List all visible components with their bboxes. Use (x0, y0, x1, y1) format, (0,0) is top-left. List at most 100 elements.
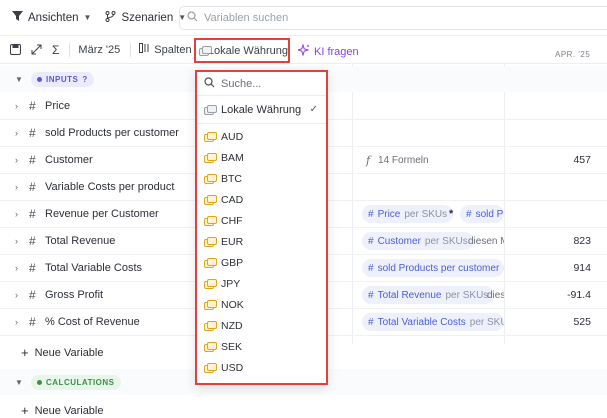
cell-value[interactable]: 914 (573, 262, 591, 274)
currency-search-input[interactable]: Suche... (197, 72, 326, 96)
formula-chip[interactable]: # sold Pr (460, 205, 504, 223)
variable-name[interactable]: Price (45, 100, 70, 112)
formula-chip[interactable]: # Customer per SKUs (362, 232, 474, 250)
dot-icon (37, 76, 42, 82)
chip-unit: per SKUs (445, 289, 489, 301)
save-icon[interactable] (10, 44, 21, 55)
coins-icon (204, 363, 217, 373)
currency-option-eur[interactable]: EUR (197, 231, 326, 252)
currency-option-bam[interactable]: BAM (197, 147, 326, 168)
cell-value[interactable]: -91.4 (567, 289, 591, 301)
chip-unit: pe (503, 263, 504, 274)
hash-icon: # (29, 207, 36, 221)
currency-option-gbp[interactable]: GBP (197, 252, 326, 273)
chevron-right-icon[interactable]: › (15, 317, 18, 327)
currency-code: JPY (221, 277, 241, 290)
currency-button[interactable]: Lokale Währung (194, 38, 290, 63)
hash-icon: # (29, 126, 36, 140)
hash-icon: # (368, 235, 374, 247)
currency-code: BAM (221, 151, 244, 164)
chevron-down-icon: ▼ (83, 13, 92, 22)
operator: * (449, 208, 454, 220)
currency-option-aud[interactable]: AUD (197, 126, 326, 147)
currency-option-sek[interactable]: SEK (197, 336, 326, 357)
currency-code: BTC (221, 172, 242, 185)
currency-option-btc[interactable]: BTC (197, 168, 326, 189)
divider (130, 42, 132, 57)
currency-option-label: Lokale Währung (221, 103, 302, 116)
currency-option-usd[interactable]: USD (197, 357, 326, 378)
formula-count[interactable]: 14 Formeln (378, 155, 429, 166)
variable-name[interactable]: Gross Profit (45, 289, 103, 301)
chip-name: Total Variable Costs (377, 316, 466, 328)
cell-value[interactable]: 525 (573, 316, 591, 328)
add-variable-button[interactable]: + Neue Variable (21, 403, 104, 418)
add-variable-button[interactable]: + Neue Variable (21, 345, 104, 360)
currency-search-placeholder: Suche... (221, 77, 262, 90)
chevron-right-icon[interactable]: › (15, 236, 18, 246)
chevron-down-icon[interactable]: ▼ (15, 378, 23, 387)
views-label: Ansichten (28, 11, 79, 24)
coins-icon (204, 321, 217, 331)
inputs-badge: INPUTS ? (31, 71, 94, 87)
chevron-right-icon[interactable]: › (15, 182, 18, 192)
currency-option-local[interactable]: Lokale Währung ✓ (197, 96, 326, 124)
expand-icon[interactable] (31, 44, 42, 55)
cell-value[interactable]: 823 (573, 235, 591, 247)
hash-icon: # (29, 288, 36, 302)
currency-code: NZD (221, 319, 243, 332)
variable-search-input[interactable]: Variablen suchen (179, 6, 607, 30)
chip-name: sold Products per customer (377, 262, 500, 274)
formula-chip[interactable]: # Total Variable Costs per SKUs (362, 313, 504, 331)
currency-label: Lokale Währung (207, 44, 288, 57)
formula-chip[interactable]: # Total Revenue per SKUs (362, 286, 495, 304)
hash-icon: # (368, 208, 374, 220)
sparkle-icon (296, 43, 310, 59)
hash-icon: # (466, 208, 472, 220)
coins-icon (204, 237, 217, 247)
inputs-label: INPUTS (46, 74, 79, 84)
chevron-right-icon[interactable]: › (15, 209, 18, 219)
search-icon (204, 76, 215, 91)
scenarios-button[interactable]: Szenarien ▼ (105, 10, 186, 25)
sigma-icon[interactable]: Σ (52, 43, 59, 57)
filter-icon (12, 11, 23, 24)
variable-name[interactable]: Revenue per Customer (45, 208, 159, 220)
formula-chip[interactable]: # Price per SKUs (362, 205, 454, 223)
variable-name[interactable]: % Cost of Revenue (45, 316, 140, 328)
period-selector[interactable]: März '25 (78, 44, 120, 56)
currency-option-nok[interactable]: NOK (197, 294, 326, 315)
variable-name[interactable]: Variable Costs per product (45, 181, 174, 193)
chevron-down-icon[interactable]: ▼ (15, 75, 23, 84)
chevron-right-icon[interactable]: › (15, 101, 18, 111)
columns-button[interactable]: Spalten (139, 43, 192, 56)
coins-icon (204, 174, 217, 184)
cell-value[interactable]: 457 (573, 154, 591, 166)
currency-option-cad[interactable]: CAD (197, 189, 326, 210)
ai-ask-button[interactable]: KI fragen (296, 43, 359, 59)
formula-chip[interactable]: # sold Products per customer pe (362, 259, 504, 277)
currency-code: AUD (221, 130, 244, 143)
calculations-label: CALCULATIONS (46, 377, 115, 387)
currency-dropdown: Suche... Lokale Währung ✓ AUD BAM BTC CAD CH… (195, 70, 328, 385)
currency-option-chf[interactable]: CHF (197, 210, 326, 231)
chevron-right-icon[interactable]: › (15, 128, 18, 138)
coins-icon (204, 300, 217, 310)
chevron-right-icon[interactable]: › (15, 290, 18, 300)
variable-name[interactable]: Customer (45, 154, 93, 166)
variable-name[interactable]: Total Revenue (45, 235, 115, 247)
chevron-right-icon[interactable]: › (15, 155, 18, 165)
currency-code: USD (221, 361, 244, 374)
hash-icon: # (368, 262, 374, 274)
columns-icon (139, 43, 150, 56)
help-icon[interactable]: ? (82, 75, 87, 84)
currency-option-jpy[interactable]: JPY (197, 273, 326, 294)
coins-icon (204, 216, 217, 226)
formula-text: dies (487, 289, 504, 301)
coins-icon (204, 279, 217, 289)
variable-name[interactable]: sold Products per customer (45, 127, 179, 139)
chevron-right-icon[interactable]: › (15, 263, 18, 273)
variable-name[interactable]: Total Variable Costs (45, 262, 142, 274)
views-button[interactable]: Ansichten ▼ (12, 11, 91, 24)
currency-option-nzd[interactable]: NZD (197, 315, 326, 336)
